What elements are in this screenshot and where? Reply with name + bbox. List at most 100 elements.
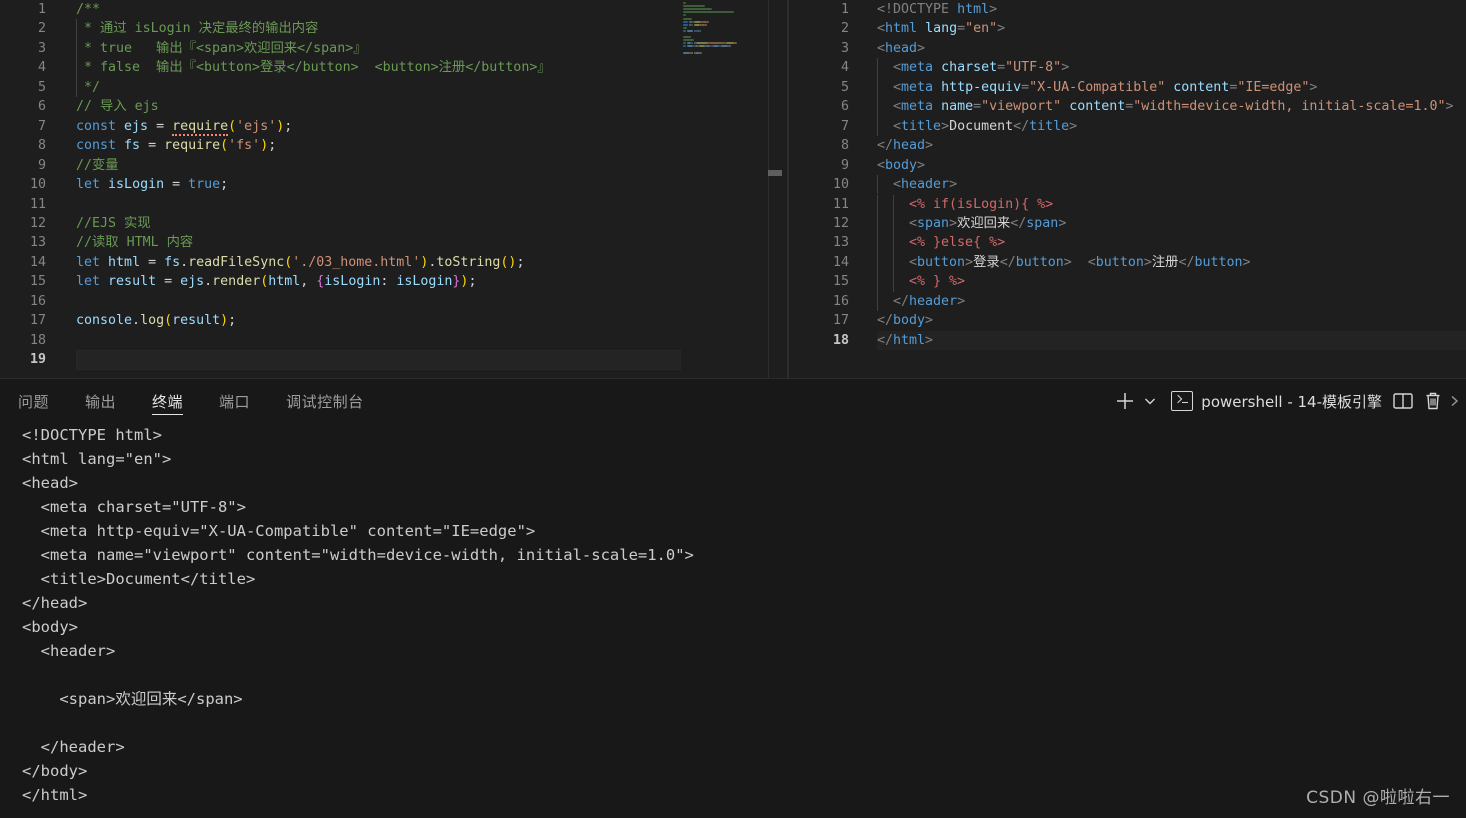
code-line[interactable]: 14 <button>登录</button> <button>注册</butto…: [789, 253, 1466, 272]
panel-tab-2[interactable]: 终端: [134, 379, 201, 423]
code-text[interactable]: <meta charset="UTF-8">: [877, 58, 1466, 77]
code-token: (: [220, 138, 228, 153]
code-line[interactable]: 5 <meta http-equiv="X-UA-Compatible" con…: [789, 78, 1466, 97]
line-number: 16: [0, 292, 46, 311]
code-line[interactable]: 17console.log(result);: [0, 311, 788, 330]
code-line[interactable]: 6 <meta name="viewport" content="width=d…: [789, 97, 1466, 116]
code-line[interactable]: 15 <% } %>: [789, 272, 1466, 291]
code-line[interactable]: 17</body>: [789, 311, 1466, 330]
code-token: >: [997, 21, 1005, 36]
code-text[interactable]: <html lang="en">: [877, 19, 1466, 38]
code-line[interactable]: 1/**: [0, 0, 788, 19]
code-line[interactable]: 7 <title>Document</title>: [789, 117, 1466, 136]
active-terminal-item[interactable]: powershell - 14-模板引擎: [1167, 391, 1388, 412]
scrollbar-thumb[interactable]: [768, 170, 782, 176]
code-text[interactable]: <body>: [877, 156, 1466, 175]
minimap-line: [683, 36, 691, 38]
code-text[interactable]: </html>: [877, 331, 1466, 350]
code-line[interactable]: 4 * false 输出『<button>登录</button> <button…: [0, 58, 788, 77]
code-token: <% }else{ %>: [877, 235, 1005, 250]
panel-tab-0[interactable]: 问题: [0, 379, 67, 423]
code-line[interactable]: 16: [0, 292, 788, 311]
panel-tab-list[interactable]: 问题输出终端端口调试控制台: [0, 379, 382, 423]
code-line[interactable]: 5 */: [0, 78, 788, 97]
new-terminal-button[interactable]: [1111, 387, 1139, 415]
code-text[interactable]: </body>: [877, 311, 1466, 330]
code-token: >: [1144, 255, 1152, 270]
split-terminal-button[interactable]: [1388, 387, 1418, 415]
code-line[interactable]: 15let result = ejs.render(html, {isLogin…: [0, 272, 788, 291]
terminal-output[interactable]: <!DOCTYPE html><html lang="en"><head> <m…: [0, 423, 1466, 818]
code-line[interactable]: 10let isLogin = true;: [0, 175, 788, 194]
code-line[interactable]: 3<head>: [789, 39, 1466, 58]
minimap[interactable]: [681, 0, 761, 379]
code-token: <: [877, 60, 901, 75]
code-text[interactable]: <meta http-equiv="X-UA-Compatible" conte…: [877, 78, 1466, 97]
code-text[interactable]: </header>: [877, 292, 1466, 311]
code-text[interactable]: <button>登录</button> <button>注册</button>: [877, 253, 1466, 272]
code-token: button: [1194, 255, 1242, 270]
code-line[interactable]: 18</html>: [789, 331, 1466, 350]
code-text[interactable]: <% }else{ %>: [877, 233, 1466, 252]
code-line[interactable]: 9//变量: [0, 156, 788, 175]
minimap-line: [683, 39, 694, 41]
code-text[interactable]: <!DOCTYPE html>: [877, 0, 1466, 19]
code-line[interactable]: 8const fs = require('fs');: [0, 136, 788, 155]
kill-terminal-button[interactable]: [1418, 387, 1448, 415]
code-line[interactable]: 11 <% if(isLogin){ %>: [789, 195, 1466, 214]
panel-tab-1[interactable]: 输出: [67, 379, 134, 423]
panel-tab-4[interactable]: 调试控制台: [268, 379, 382, 423]
code-line[interactable]: 13 <% }else{ %>: [789, 233, 1466, 252]
code-token: fs: [164, 255, 180, 270]
line-number: 13: [0, 233, 46, 252]
code-text[interactable]: <header>: [877, 175, 1466, 194]
code-line[interactable]: 6// 导入 ejs: [0, 97, 788, 116]
code-line[interactable]: 7const ejs = require('ejs');: [0, 117, 788, 136]
code-line[interactable]: 16 </header>: [789, 292, 1466, 311]
code-token: >: [925, 333, 933, 348]
code-token: <: [877, 216, 917, 231]
code-text[interactable]: <head>: [877, 39, 1466, 58]
code-line[interactable]: 19: [0, 350, 788, 369]
code-token: >: [1064, 255, 1072, 270]
minimap-line: [683, 45, 686, 47]
code-line[interactable]: 8</head>: [789, 136, 1466, 155]
panel-tab-label: 端口: [219, 391, 250, 412]
terminal-profile-dropdown[interactable]: [1139, 387, 1161, 415]
code-text[interactable]: <% } %>: [877, 272, 1466, 291]
code-token: .: [132, 313, 140, 328]
editor-pane-right[interactable]: 1<!DOCTYPE html>2<html lang="en">3<head>…: [789, 0, 1466, 379]
editor-pane-left[interactable]: 1/**2 * 通过 isLogin 决定最终的输出内容3 * true 输出『…: [0, 0, 788, 379]
code-line[interactable]: 2 * 通过 isLogin 决定最终的输出内容: [0, 19, 788, 38]
code-line[interactable]: 14let html = fs.readFileSync('./03_home.…: [0, 253, 788, 272]
code-text[interactable]: <meta name="viewport" content="width=dev…: [877, 97, 1466, 116]
code-line[interactable]: 9<body>: [789, 156, 1466, 175]
code-token: console: [76, 313, 132, 328]
code-line[interactable]: 10 <header>: [789, 175, 1466, 194]
code-token: const: [76, 138, 116, 153]
code-line[interactable]: 11: [0, 195, 788, 214]
code-token: 'ejs': [236, 119, 276, 134]
code-text[interactable]: <% if(isLogin){ %>: [877, 195, 1466, 214]
code-line[interactable]: 4 <meta charset="UTF-8">: [789, 58, 1466, 77]
line-number: 6: [803, 97, 849, 116]
code-token: <: [877, 255, 917, 270]
code-text[interactable]: <span>欢迎回来</span>: [877, 214, 1466, 233]
code-text[interactable]: <title>Document</title>: [877, 117, 1466, 136]
panel-tab-3[interactable]: 端口: [201, 379, 268, 423]
code-line[interactable]: 1<!DOCTYPE html>: [789, 0, 1466, 19]
code-token: >: [1243, 255, 1251, 270]
code-line[interactable]: 18: [0, 331, 788, 350]
code-line[interactable]: 2<html lang="en">: [789, 19, 1466, 38]
code-line[interactable]: 12 <span>欢迎回来</span>: [789, 214, 1466, 233]
code-token: <!DOCTYPE: [877, 2, 957, 17]
minimap-line: [683, 11, 734, 13]
code-token: charset: [941, 60, 997, 75]
vertical-scrollbar[interactable]: [768, 0, 782, 379]
panel-more-actions-button[interactable]: [1448, 387, 1462, 415]
code-line[interactable]: 12//EJS 实现: [0, 214, 788, 233]
minimap-line: [683, 30, 686, 32]
code-text[interactable]: </head>: [877, 136, 1466, 155]
code-line[interactable]: 13//读取 HTML 内容: [0, 233, 788, 252]
code-line[interactable]: 3 * true 输出『<span>欢迎回来</span>』: [0, 39, 788, 58]
